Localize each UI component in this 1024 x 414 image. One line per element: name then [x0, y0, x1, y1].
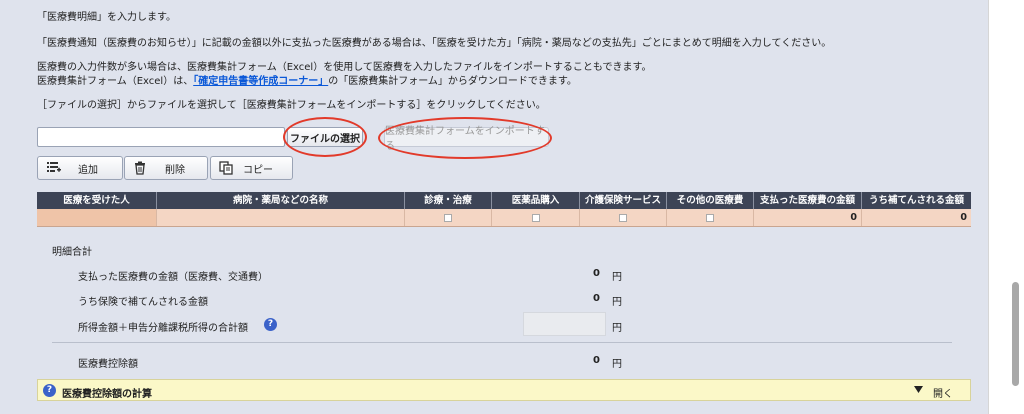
medicine-checkbox[interactable]	[532, 214, 540, 222]
summary-divider	[52, 342, 952, 343]
triangle-down-icon	[914, 386, 923, 393]
intro-line-3: 医療費の入力件数が多い場合は、医療費集計フォーム（Excel）を使用して医療費を…	[37, 62, 652, 73]
income-total-input[interactable]	[523, 312, 606, 336]
creation-corner-link[interactable]: 「確定申告書等作成コーナー」	[193, 76, 328, 87]
copy-button[interactable]: コピー	[210, 156, 293, 180]
care-service-checkbox[interactable]	[619, 214, 627, 222]
summary-paid-yen: 円	[612, 272, 622, 283]
treatment-checkbox[interactable]	[444, 214, 452, 222]
paid-amount-value: 0	[850, 212, 857, 223]
treatment-cell	[405, 209, 492, 226]
summary-deduction-label: 医療費控除額	[78, 359, 138, 370]
summary-paid-value: 0	[593, 268, 600, 279]
intro-line-4-prefix: 医療費集計フォーム（Excel）は、	[37, 76, 194, 87]
summary-covered-value: 0	[593, 293, 600, 304]
trash-icon	[135, 161, 145, 175]
intro-line-2: 「医療費通知（医療費のお知らせ）」に記載の金額以外に支払った医療費がある場合は、…	[37, 38, 832, 49]
intro-line-5: ［ファイルの選択］からファイルを選択して［医療費集計フォームをインポートする］を…	[37, 100, 546, 111]
copy-button-label: コピー	[243, 164, 273, 176]
summary-deduction-yen: 円	[612, 359, 622, 370]
delete-button-label: 削除	[165, 164, 185, 176]
add-icon	[47, 162, 61, 172]
col-treatment: 診療・治療	[405, 192, 492, 209]
covered-amount-value: 0	[960, 212, 967, 223]
detail-table-header: 医療を受けた人 病院・薬局などの名称 診療・治療 医薬品購入 介護保険サービス …	[37, 192, 971, 209]
col-other-medical: その他の医療費	[667, 192, 754, 209]
add-button[interactable]: 追加	[37, 156, 123, 180]
summary-income-yen: 円	[612, 323, 622, 334]
help-icon[interactable]: ?	[264, 318, 277, 331]
intro-line-4-suffix: の「医療費集計フォーム」からダウンロードできます。	[328, 76, 577, 87]
help-icon[interactable]: ?	[43, 384, 56, 397]
summary-paid-label: 支払った医療費の金額（医療費、交通費）	[78, 272, 268, 283]
other-medical-checkbox[interactable]	[706, 214, 714, 222]
scrollbar-thumb[interactable]	[1012, 282, 1019, 386]
file-select-button[interactable]: ファイルの選択	[287, 127, 363, 147]
delete-button[interactable]: 削除	[124, 156, 208, 180]
other-medical-cell	[667, 209, 754, 226]
summary-title: 明細合計	[52, 247, 92, 258]
summary-covered-label: うち保険で補てんされる金額	[78, 297, 208, 308]
file-path-field[interactable]	[37, 127, 285, 147]
copy-icon	[219, 161, 233, 175]
provider-name-input[interactable]	[157, 209, 405, 226]
table-row: 0 0	[37, 209, 971, 227]
calc-panel-title: 医療費控除額の計算	[62, 389, 152, 400]
covered-amount-input[interactable]: 0	[862, 209, 971, 226]
medicine-cell	[492, 209, 580, 226]
col-covered-amount: うち補てんされる金額	[868, 195, 964, 206]
summary-covered-yen: 円	[612, 297, 622, 308]
care-service-cell	[580, 209, 667, 226]
summary-deduction-value: 0	[593, 355, 600, 366]
paid-amount-input[interactable]: 0	[754, 209, 862, 226]
patient-select[interactable]	[37, 209, 157, 226]
intro-line-4: 医療費集計フォーム（Excel）は、「確定申告書等作成コーナー」の「医療費集計フ…	[37, 76, 577, 88]
col-provider-name: 病院・薬局などの名称	[157, 192, 405, 209]
add-button-label: 追加	[78, 164, 98, 176]
col-medicine: 医薬品購入	[492, 192, 580, 209]
calc-toggle-label[interactable]: 開く	[933, 385, 953, 400]
col-paid-amount: 支払った医療費の金額	[754, 192, 862, 209]
import-form-button[interactable]: 医療費集計フォームをインポートする	[384, 126, 549, 152]
intro-line-1: 「医療費明細」を入力します。	[37, 12, 176, 23]
summary-income-label: 所得金額＋申告分離課税所得の合計額	[78, 323, 248, 334]
deduction-calc-panel[interactable]: ? 医療費控除額の計算 開く	[37, 379, 971, 401]
col-patient: 医療を受けた人	[37, 192, 157, 209]
main-panel: 「医療費明細」を入力します。 「医療費通知（医療費のお知らせ）」に記載の金額以外…	[0, 0, 988, 414]
col-care-service: 介護保険サービス	[580, 192, 667, 209]
